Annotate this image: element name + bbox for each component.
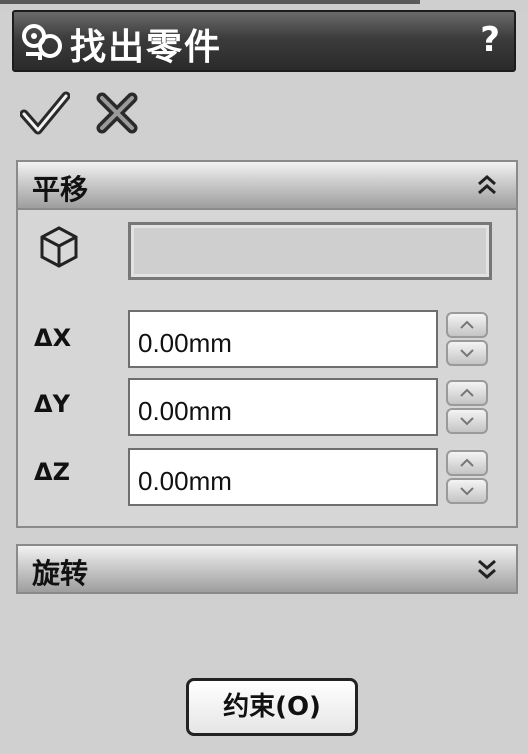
delta-y-label: ΔY <box>34 390 70 418</box>
delta-y-up-button[interactable] <box>446 380 488 406</box>
delta-x-input[interactable]: 0.00mm <box>128 310 438 368</box>
delta-z-input[interactable]: 0.00mm <box>128 448 438 506</box>
cancel-button[interactable] <box>94 90 140 136</box>
delta-x-label: ΔX <box>34 324 72 352</box>
delta-y-down-button[interactable] <box>446 408 488 434</box>
component-selection-box[interactable] <box>128 222 492 280</box>
delta-x-up-button[interactable] <box>446 312 488 338</box>
ok-button[interactable] <box>19 90 71 136</box>
delta-z-row: ΔZ 0.00mm <box>18 448 516 508</box>
component-icon <box>40 226 78 268</box>
delta-z-spinner <box>446 448 488 506</box>
translate-group-title: 平移 <box>32 173 89 206</box>
top-strip <box>0 0 528 10</box>
delta-x-down-button[interactable] <box>446 340 488 366</box>
translate-group: 平移 ΔX 0.00mm ΔY 0.00mm ΔZ 0.00mm <box>16 160 518 528</box>
delta-x-row: ΔX 0.00mm <box>18 310 516 370</box>
x-icon <box>96 92 138 134</box>
delta-y-spinner <box>446 378 488 436</box>
arrow-down-icon <box>460 417 474 426</box>
arrow-up-icon <box>460 320 474 329</box>
rotate-group-title: 旋转 <box>32 557 89 590</box>
window-title: 找出零件 <box>70 26 223 68</box>
arrow-down-icon <box>460 487 474 496</box>
delta-z-label: ΔZ <box>34 458 70 486</box>
arrow-down-icon <box>460 349 474 358</box>
title-bar: 找出零件 ? <box>12 10 516 72</box>
rotate-group-header[interactable]: 旋转 <box>18 546 516 592</box>
component-select-row <box>18 210 516 292</box>
chevron-down-icon[interactable] <box>474 556 500 582</box>
delta-x-spinner <box>446 310 488 368</box>
chevron-up-icon[interactable] <box>474 172 500 198</box>
constrain-button[interactable]: 约束(O) <box>186 678 358 736</box>
checkmark-icon <box>19 91 71 135</box>
delta-y-row: ΔY 0.00mm <box>18 378 516 438</box>
arrow-up-icon <box>460 388 474 397</box>
arrow-up-icon <box>460 458 474 467</box>
delta-z-up-button[interactable] <box>446 450 488 476</box>
help-button[interactable]: ? <box>480 20 500 60</box>
rotate-group: 旋转 <box>16 544 518 594</box>
delta-y-input[interactable]: 0.00mm <box>128 378 438 436</box>
move-component-icon <box>22 24 62 60</box>
delta-z-down-button[interactable] <box>446 478 488 504</box>
translate-group-header[interactable]: 平移 <box>18 162 516 210</box>
